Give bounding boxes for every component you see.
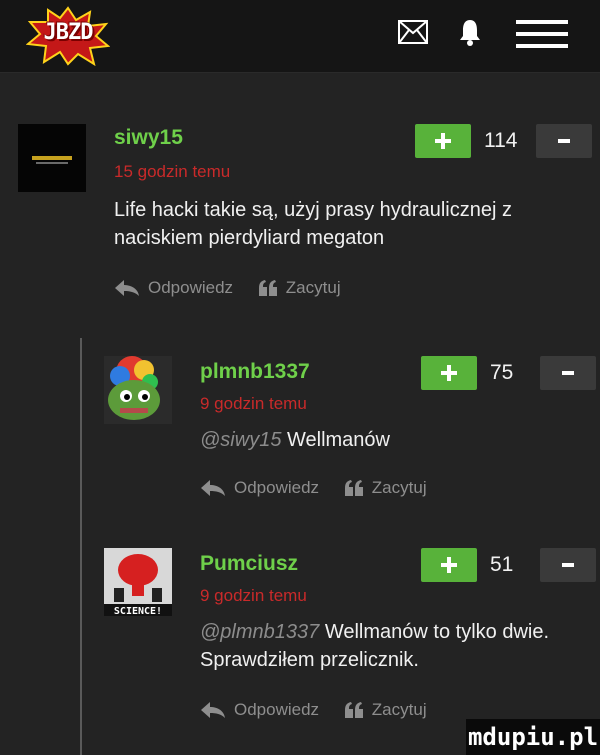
- quote-icon: [344, 480, 363, 496]
- comment-body: Life hacki takie są, użyj prasy hydrauli…: [114, 199, 512, 249]
- comment-username[interactable]: plmnb1337: [200, 360, 310, 384]
- comment-time: 9 godzin temu: [200, 586, 307, 605]
- vote-count: 75: [490, 361, 514, 384]
- comment-text: @siwy15 Wellmanów: [200, 426, 580, 454]
- quote-icon: [258, 280, 277, 296]
- upvote-button[interactable]: [421, 356, 477, 390]
- reply-button[interactable]: Odpowiedz: [200, 478, 319, 498]
- downvote-button[interactable]: [536, 124, 592, 158]
- site-logo[interactable]: JBZD: [25, 6, 111, 67]
- comment-body: Wellmanów: [287, 429, 390, 451]
- menu-icon[interactable]: [516, 20, 568, 48]
- reply-arrow-icon: [201, 702, 225, 718]
- vote-count: 51: [490, 553, 514, 576]
- quote-button[interactable]: Zacytuj: [344, 478, 427, 498]
- comment-username[interactable]: siwy15: [114, 126, 183, 150]
- avatar[interactable]: SCIENCE!: [104, 548, 172, 617]
- avatar[interactable]: [18, 124, 86, 192]
- quote-button[interactable]: Zacytuj: [344, 700, 427, 720]
- vote-count: 114: [484, 129, 518, 152]
- comment-actions: Odpowiedz Zacytuj: [114, 278, 361, 302]
- avatar-caption: SCIENCE!: [114, 606, 162, 616]
- comment-text: @plmnb1337 Wellmanów to tylko dwie. Spra…: [200, 618, 580, 674]
- comment-time: 9 godzin temu: [200, 394, 307, 413]
- downvote-button[interactable]: [540, 356, 596, 390]
- top-bar: JBZD: [0, 0, 600, 73]
- quote-button[interactable]: Zacytuj: [258, 278, 341, 298]
- thread-line: [80, 338, 82, 755]
- logo-text: JBZD: [43, 20, 94, 45]
- mention-link[interactable]: @siwy15: [200, 429, 281, 451]
- quote-icon: [344, 702, 363, 718]
- reply-label: Odpowiedz: [234, 700, 320, 719]
- reply-button[interactable]: Odpowiedz: [114, 278, 233, 298]
- quote-label: Zacytuj: [371, 700, 427, 719]
- upvote-button[interactable]: [415, 124, 471, 158]
- upvote-button[interactable]: [421, 548, 477, 582]
- comment-time: 15 godzin temu: [114, 162, 231, 181]
- avatar[interactable]: [104, 356, 172, 424]
- reply-label: Odpowiedz: [148, 278, 234, 297]
- reply-label: Odpowiedz: [234, 478, 320, 497]
- mention-link[interactable]: @plmnb1337: [200, 621, 319, 643]
- reply-button[interactable]: Odpowiedz: [200, 700, 319, 720]
- watermark: mdupiu.pl: [466, 719, 600, 755]
- comment-username[interactable]: Pumciusz: [200, 552, 298, 576]
- comment-actions: Odpowiedz Zacytuj: [200, 700, 447, 724]
- bell-icon[interactable]: [458, 18, 482, 46]
- quote-label: Zacytuj: [371, 478, 427, 497]
- downvote-button[interactable]: [540, 548, 596, 582]
- comment-actions: Odpowiedz Zacytuj: [200, 478, 447, 502]
- mail-icon[interactable]: [398, 20, 428, 44]
- reply-arrow-icon: [115, 280, 139, 296]
- quote-label: Zacytuj: [285, 278, 341, 297]
- reply-arrow-icon: [201, 480, 225, 496]
- comment-text: Life hacki takie są, użyj prasy hydrauli…: [114, 196, 574, 252]
